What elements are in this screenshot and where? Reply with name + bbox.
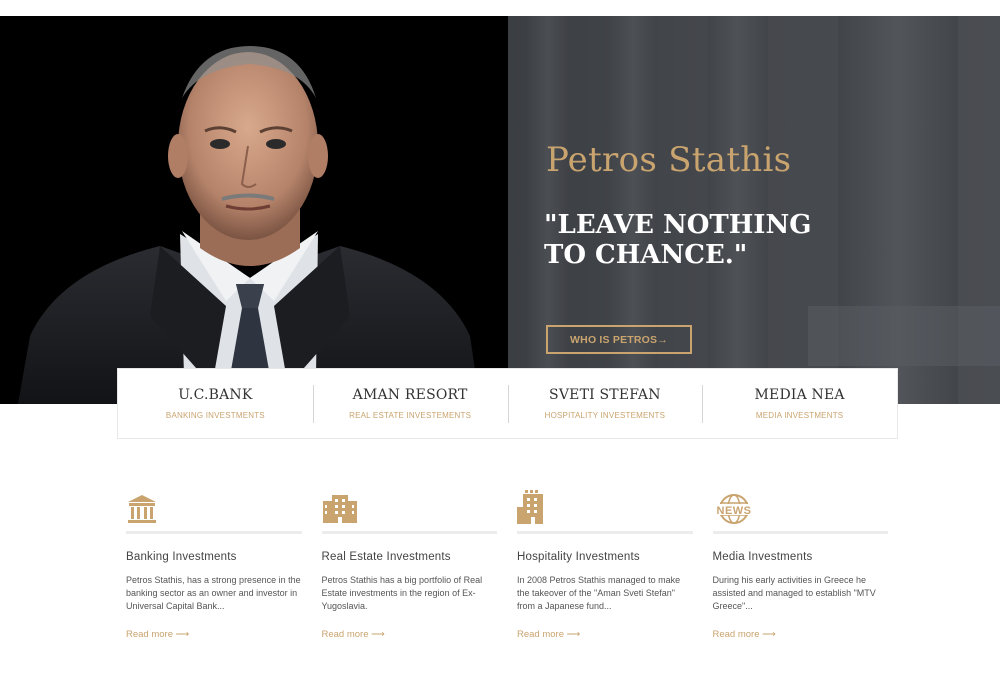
card-subtitle: HOSPITALITY INVESTEMENTS — [544, 411, 666, 420]
feature-text: During his early activities in Greece he… — [712, 575, 876, 611]
card-title: U.C.BANK — [178, 387, 253, 403]
card-ucbank[interactable]: U.C.BANK BANKING INVESTMENTS — [118, 369, 313, 438]
divider — [126, 531, 302, 534]
investment-cards: U.C.BANK BANKING INVESTMENTS AMAN RESORT… — [117, 368, 898, 439]
feature-title: Media Investments — [712, 551, 813, 563]
read-more-link[interactable]: Read more ⟶ — [713, 629, 776, 640]
building-icon — [322, 483, 498, 525]
read-more-link[interactable]: Read more ⟶ — [517, 629, 580, 640]
card-subtitle: REAL ESTATE INVESTEMENTS — [349, 411, 472, 420]
feature-banking: Banking Investments Petros Stathis, has … — [126, 483, 302, 642]
feature-title: Banking Investments — [126, 551, 237, 563]
card-title: SVETI STEFAN — [549, 387, 661, 403]
news-icon-text: NEWS — [716, 505, 751, 517]
feature-text: Petros Stathis has a big portfolio of Re… — [321, 575, 483, 611]
divider — [712, 531, 888, 534]
feature-text: In 2008 Petros Stathis managed to make t… — [517, 575, 681, 611]
hotel-icon — [517, 483, 693, 525]
divider — [321, 531, 497, 534]
card-aman-resort[interactable]: AMAN RESORT REAL ESTATE INVESTEMENTS — [312, 369, 508, 438]
read-more-link[interactable]: Read more ⟶ — [126, 629, 189, 640]
portrait-illustration — [18, 46, 480, 404]
news-globe-icon: NEWS — [712, 483, 889, 525]
card-title: AMAN RESORT — [352, 387, 468, 403]
feature-media: NEWS Media Investments During his early … — [712, 483, 889, 642]
hero-section: Petros Stathis "LEAVE NOTHING TO CHANCE.… — [0, 16, 1000, 404]
card-media-nea[interactable]: MEDIA NEA MEDIA INVESTMENTS — [702, 369, 897, 438]
divider — [517, 531, 693, 534]
feature-title: Hospitality Investments — [517, 551, 640, 563]
card-subtitle: BANKING INVESTMENTS — [165, 411, 265, 420]
feature-title: Real Estate Investments — [321, 551, 451, 563]
hero-name: Petros Stathis — [546, 140, 792, 180]
card-sveti-stefan[interactable]: SVETI STEFAN HOSPITALITY INVESTEMENTS — [507, 369, 703, 438]
feature-text: Petros Stathis, has a strong presence in… — [126, 575, 301, 611]
features-section: Banking Investments Petros Stathis, has … — [126, 483, 888, 642]
who-is-petros-button[interactable]: WHO IS PETROS→ — [546, 325, 692, 354]
hero-quote: "LEAVE NOTHING TO CHANCE." — [544, 210, 812, 270]
read-more-link[interactable]: Read more ⟶ — [322, 629, 385, 640]
feature-hospitality: Hospitality Investments In 2008 Petros S… — [517, 483, 693, 642]
card-title: MEDIA NEA — [754, 387, 845, 403]
top-bar — [0, 0, 1000, 16]
bank-icon — [126, 483, 302, 525]
feature-real-estate: Real Estate Investments Petros Stathis h… — [321, 483, 498, 642]
card-subtitle: MEDIA INVESTMENTS — [755, 411, 844, 420]
portrait-photo — [0, 16, 508, 404]
